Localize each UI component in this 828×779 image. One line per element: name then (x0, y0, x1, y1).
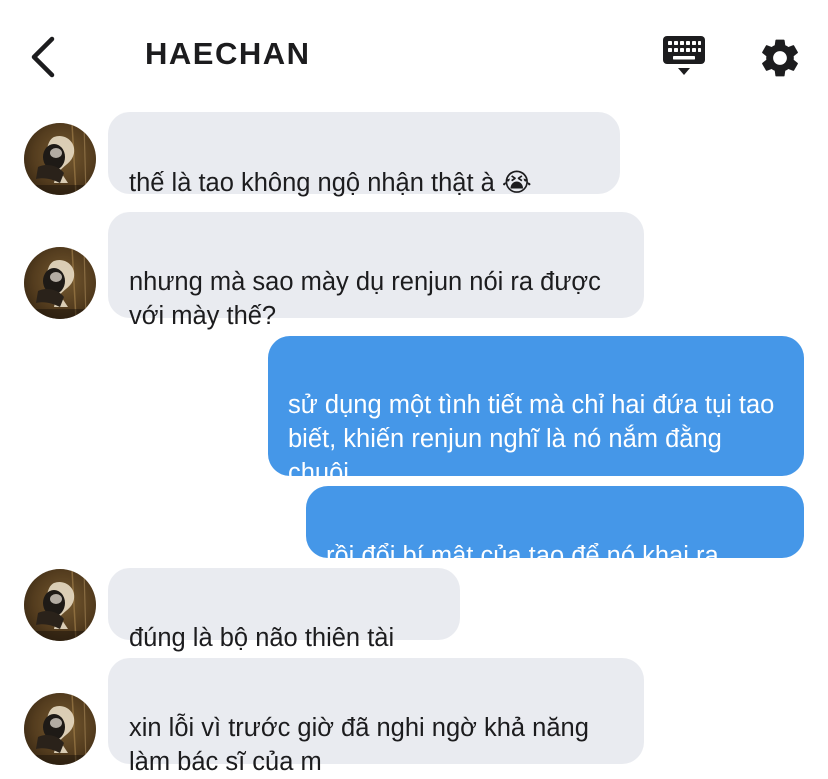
message-bubble-outgoing[interactable]: rồi đổi bí mật của tao để nó khai ra (306, 486, 804, 570)
chevron-left-icon (31, 36, 55, 78)
message-text: thế là tao không ngộ nhận thật à 😭 (129, 169, 532, 197)
message-text: đúng là bộ não thiên tài (129, 624, 395, 652)
avatar-photo (24, 123, 96, 195)
message-text: nhưng mà sao mày dụ renjun nói ra được v… (129, 268, 601, 330)
message-bubble-incoming[interactable]: đúng là bộ não thiên tài (108, 568, 460, 652)
chat-title: HAECHAN (145, 36, 311, 71)
avatar-photo (24, 693, 96, 765)
back-button[interactable] (26, 34, 66, 80)
message-text: sử dụng một tình tiết mà chỉ hai đứa tụi… (288, 391, 775, 487)
message-bubble-incoming[interactable]: thế là tao không ngộ nhận thật à 😭 (108, 112, 620, 197)
message-bubble-incoming[interactable]: nhưng mà sao mày dụ renjun nói ra được v… (108, 212, 644, 330)
avatar-photo (24, 569, 96, 641)
avatar[interactable] (24, 693, 96, 765)
avatar[interactable] (24, 247, 96, 319)
chat-header: HAECHAN (0, 0, 828, 110)
gear-icon (762, 39, 798, 77)
message-bubble-outgoing[interactable]: sử dụng một tình tiết mà chỉ hai đứa tụi… (268, 336, 804, 487)
message-text: rồi đổi bí mật của tao để nó khai ra (326, 542, 719, 570)
avatar[interactable] (24, 123, 96, 195)
message-bubble-incoming[interactable]: xin lỗi vì trước giờ đã nghi ngờ khả năn… (108, 658, 644, 776)
keyboard-button[interactable] (661, 34, 707, 80)
avatar-photo (24, 247, 96, 319)
message-text: xin lỗi vì trước giờ đã nghi ngờ khả năn… (129, 714, 589, 776)
avatar[interactable] (24, 569, 96, 641)
settings-button[interactable] (757, 35, 803, 81)
keyboard-icon (663, 36, 705, 75)
